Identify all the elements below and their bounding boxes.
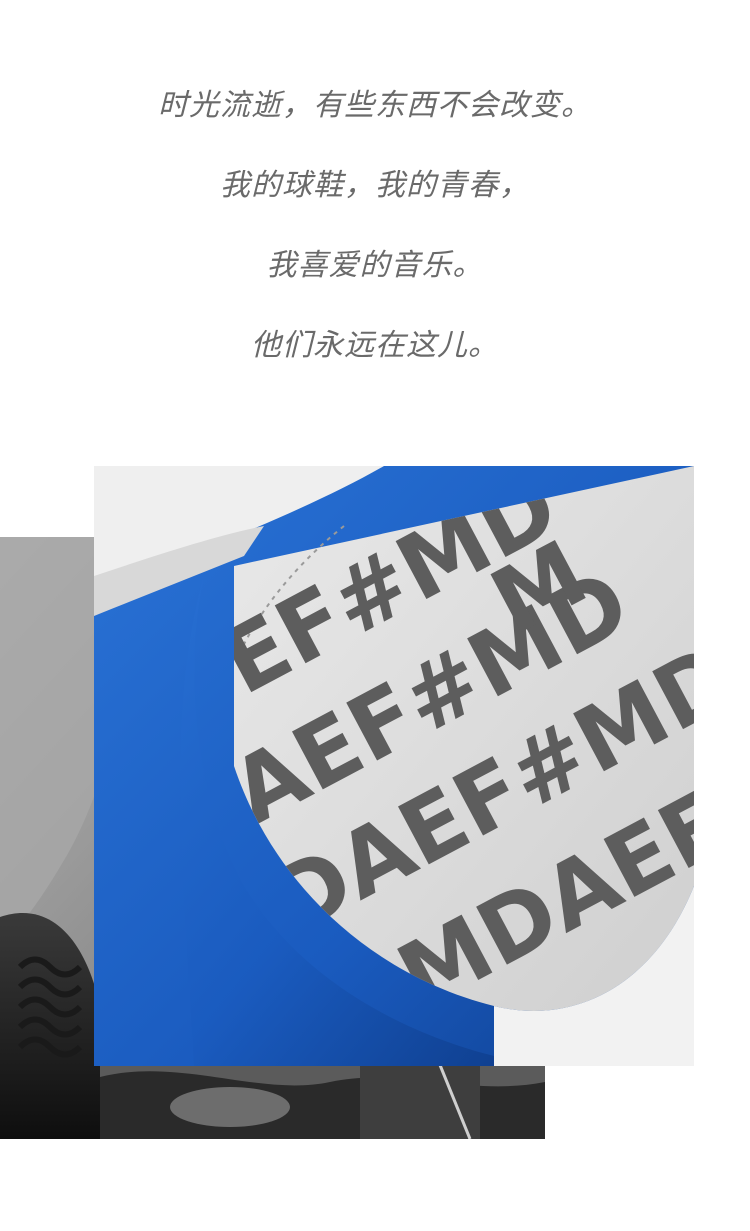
poem-line-2: 我的球鞋，我的青春， (220, 168, 530, 203)
sneaker-photo: EF#MD AEF#MD DAEF#MD #MDAEF M (94, 466, 694, 1066)
poem-line-4: 他们永远在这儿。 (251, 328, 499, 363)
poem-line-1: 时光流逝，有些东西不会改变。 (158, 88, 592, 123)
sneaker-insole-icon: EF#MD AEF#MD DAEF#MD #MDAEF M (94, 466, 694, 1066)
page: 时光流逝，有些东西不会改变。 我的球鞋，我的青春， 我喜爱的音乐。 他们永远在这… (0, 0, 750, 1231)
poem-line-3: 我喜爱的音乐。 (266, 248, 484, 283)
poem-block: 时光流逝，有些东西不会改变。 我的球鞋，我的青春， 我喜爱的音乐。 他们永远在这… (0, 0, 750, 400)
